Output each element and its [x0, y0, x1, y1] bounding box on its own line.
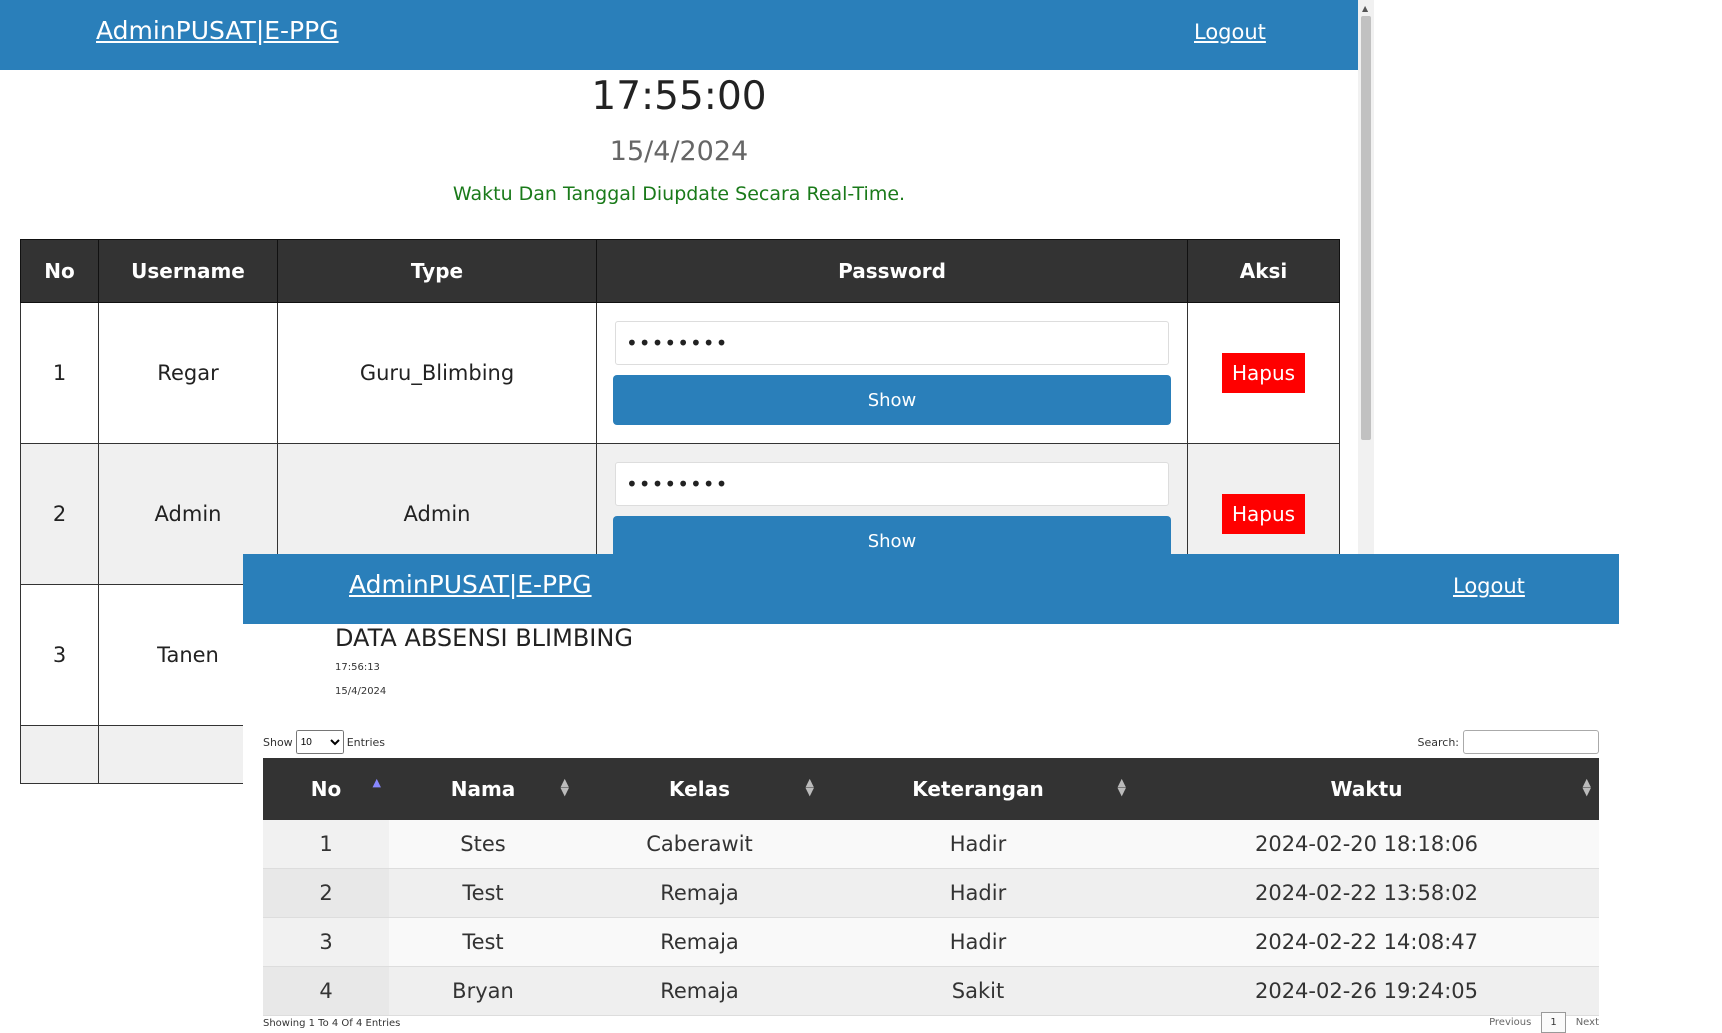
- cell-no: 1: [20, 302, 99, 444]
- cell-nama: Stes: [389, 820, 577, 869]
- scrollbar-thumb[interactable]: [1361, 16, 1371, 440]
- column-header-no[interactable]: No ▲: [263, 758, 389, 820]
- cell-no: 3: [20, 584, 99, 726]
- column-header: No: [20, 239, 99, 303]
- column-header-waktu[interactable]: Waktu ▲ ▼: [1134, 758, 1599, 820]
- pagination: Previous 1 Next: [1489, 1012, 1599, 1033]
- realtime-note: Waktu Dan Tanggal Diupdate Secara Real-T…: [452, 183, 906, 205]
- cell-waktu: 2024-02-22 14:08:47: [1134, 917, 1599, 967]
- brand-link[interactable]: AdminPUSAT|E-PPG: [349, 570, 592, 599]
- cell-no: 2: [263, 868, 389, 918]
- entries-label: Entries: [346, 735, 385, 749]
- sort-icon: ▲ ▼: [805, 776, 814, 798]
- cell-keterangan: Sakit: [822, 966, 1134, 1016]
- clock-date: 15/4/2024: [335, 686, 387, 697]
- attendance-table: No ▲ Nama ▲ ▼ Kelas ▲ ▼ Keterangan ▲ ▼ Wakt…: [263, 758, 1599, 1016]
- column-header: Type: [277, 239, 597, 303]
- logout-link[interactable]: Logout: [1453, 574, 1525, 598]
- logout-link[interactable]: Logout: [1194, 20, 1266, 44]
- table-header-row: No ▲ Nama ▲ ▼ Kelas ▲ ▼ Keterangan ▲ ▼ Wakt…: [263, 758, 1599, 820]
- column-header: Password: [596, 239, 1188, 303]
- cell-waktu: 2024-02-20 18:18:06: [1134, 820, 1599, 869]
- show-label: Show: [263, 735, 293, 749]
- cell-no: 3: [263, 917, 389, 967]
- cell-nama: Test: [389, 868, 577, 918]
- delete-button[interactable]: Hapus: [1221, 353, 1306, 393]
- delete-button[interactable]: Hapus: [1221, 494, 1306, 534]
- column-header-nama[interactable]: Nama ▲ ▼: [389, 758, 577, 820]
- next-page-button[interactable]: Next: [1576, 1017, 1599, 1028]
- sort-icon: ▲ ▼: [1117, 776, 1126, 798]
- column-header: Username: [98, 239, 278, 303]
- table-row: 1 Stes Caberawit Hadir 2024-02-20 18:18:…: [263, 820, 1599, 869]
- navbar: AdminPUSAT|E-PPG Logout: [243, 554, 1619, 624]
- cell-waktu: 2024-02-22 13:58:02: [1134, 868, 1599, 918]
- table-row: 3 Test Remaja Hadir 2024-02-22 14:08:47: [263, 917, 1599, 967]
- cell-nama: Bryan: [389, 966, 577, 1016]
- password-field[interactable]: ••••••••: [615, 321, 1169, 365]
- column-header: Aksi: [1187, 239, 1340, 303]
- table-row: 4 Bryan Remaja Sakit 2024-02-26 19:24:05: [263, 966, 1599, 1016]
- search-control: Search:: [1417, 730, 1599, 754]
- cell-waktu: 2024-02-26 19:24:05: [1134, 966, 1599, 1016]
- cell-kelas: Caberawit: [577, 820, 822, 869]
- table-row: 1 Regar Guru_Blimbing •••••••• Show Hapu…: [20, 302, 1340, 444]
- cell-no: [20, 725, 99, 784]
- previous-page-button[interactable]: Previous: [1489, 1017, 1531, 1028]
- page-length-control: Show 10 Entries: [263, 730, 385, 754]
- clock-time: 17:56:13: [335, 662, 380, 673]
- column-header-label: Kelas: [669, 777, 730, 801]
- brand-link[interactable]: AdminPUSAT|E-PPG: [96, 16, 339, 45]
- sort-icon: ▲ ▼: [1582, 776, 1591, 798]
- search-input[interactable]: [1463, 730, 1599, 754]
- table-header-row: No Username Type Password Aksi: [20, 239, 1340, 303]
- page-button-current[interactable]: 1: [1541, 1012, 1566, 1033]
- absensi-window: AdminPUSAT|E-PPG Logout DATA ABSENSI BLI…: [243, 554, 1619, 1033]
- cell-kelas: Remaja: [577, 966, 822, 1016]
- cell-no: 4: [263, 966, 389, 1016]
- cell-keterangan: Hadir: [822, 868, 1134, 918]
- cell-no: 1: [263, 820, 389, 869]
- cell-type: Guru_Blimbing: [277, 302, 597, 444]
- page-length-select[interactable]: 10: [295, 730, 344, 754]
- cell-kelas: Remaja: [577, 917, 822, 967]
- show-password-button[interactable]: Show: [613, 375, 1171, 425]
- column-header-keterangan[interactable]: Keterangan ▲ ▼: [822, 758, 1134, 820]
- column-header-label: Nama: [450, 777, 516, 801]
- cell-action: Hapus: [1187, 302, 1340, 444]
- column-header-label: Waktu: [1330, 777, 1403, 801]
- navbar: AdminPUSAT|E-PPG Logout: [0, 0, 1358, 70]
- password-field[interactable]: ••••••••: [615, 462, 1169, 506]
- table-row: 2 Test Remaja Hadir 2024-02-22 13:58:02: [263, 868, 1599, 918]
- cell-password: •••••••• Show: [596, 302, 1188, 444]
- sort-icon: ▲ ▼: [560, 776, 569, 798]
- cell-nama: Test: [389, 917, 577, 967]
- column-header-label: No: [310, 777, 342, 801]
- cell-keterangan: Hadir: [822, 917, 1134, 967]
- sort-asc-icon: ▲: [372, 776, 381, 789]
- search-label: Search:: [1417, 735, 1460, 749]
- cell-username: Regar: [98, 302, 278, 444]
- cell-kelas: Remaja: [577, 868, 822, 918]
- page-title: DATA ABSENSI BLIMBING: [335, 624, 633, 652]
- cell-no: 2: [20, 443, 99, 585]
- column-header-label: Keterangan: [912, 777, 1044, 801]
- column-header-kelas[interactable]: Kelas ▲ ▼: [577, 758, 822, 820]
- clock-time: 17:55:00: [591, 74, 767, 119]
- clock-date: 15/4/2024: [609, 136, 749, 167]
- scroll-up-arrow-icon[interactable]: ▲: [1362, 4, 1368, 13]
- cell-keterangan: Hadir: [822, 820, 1134, 869]
